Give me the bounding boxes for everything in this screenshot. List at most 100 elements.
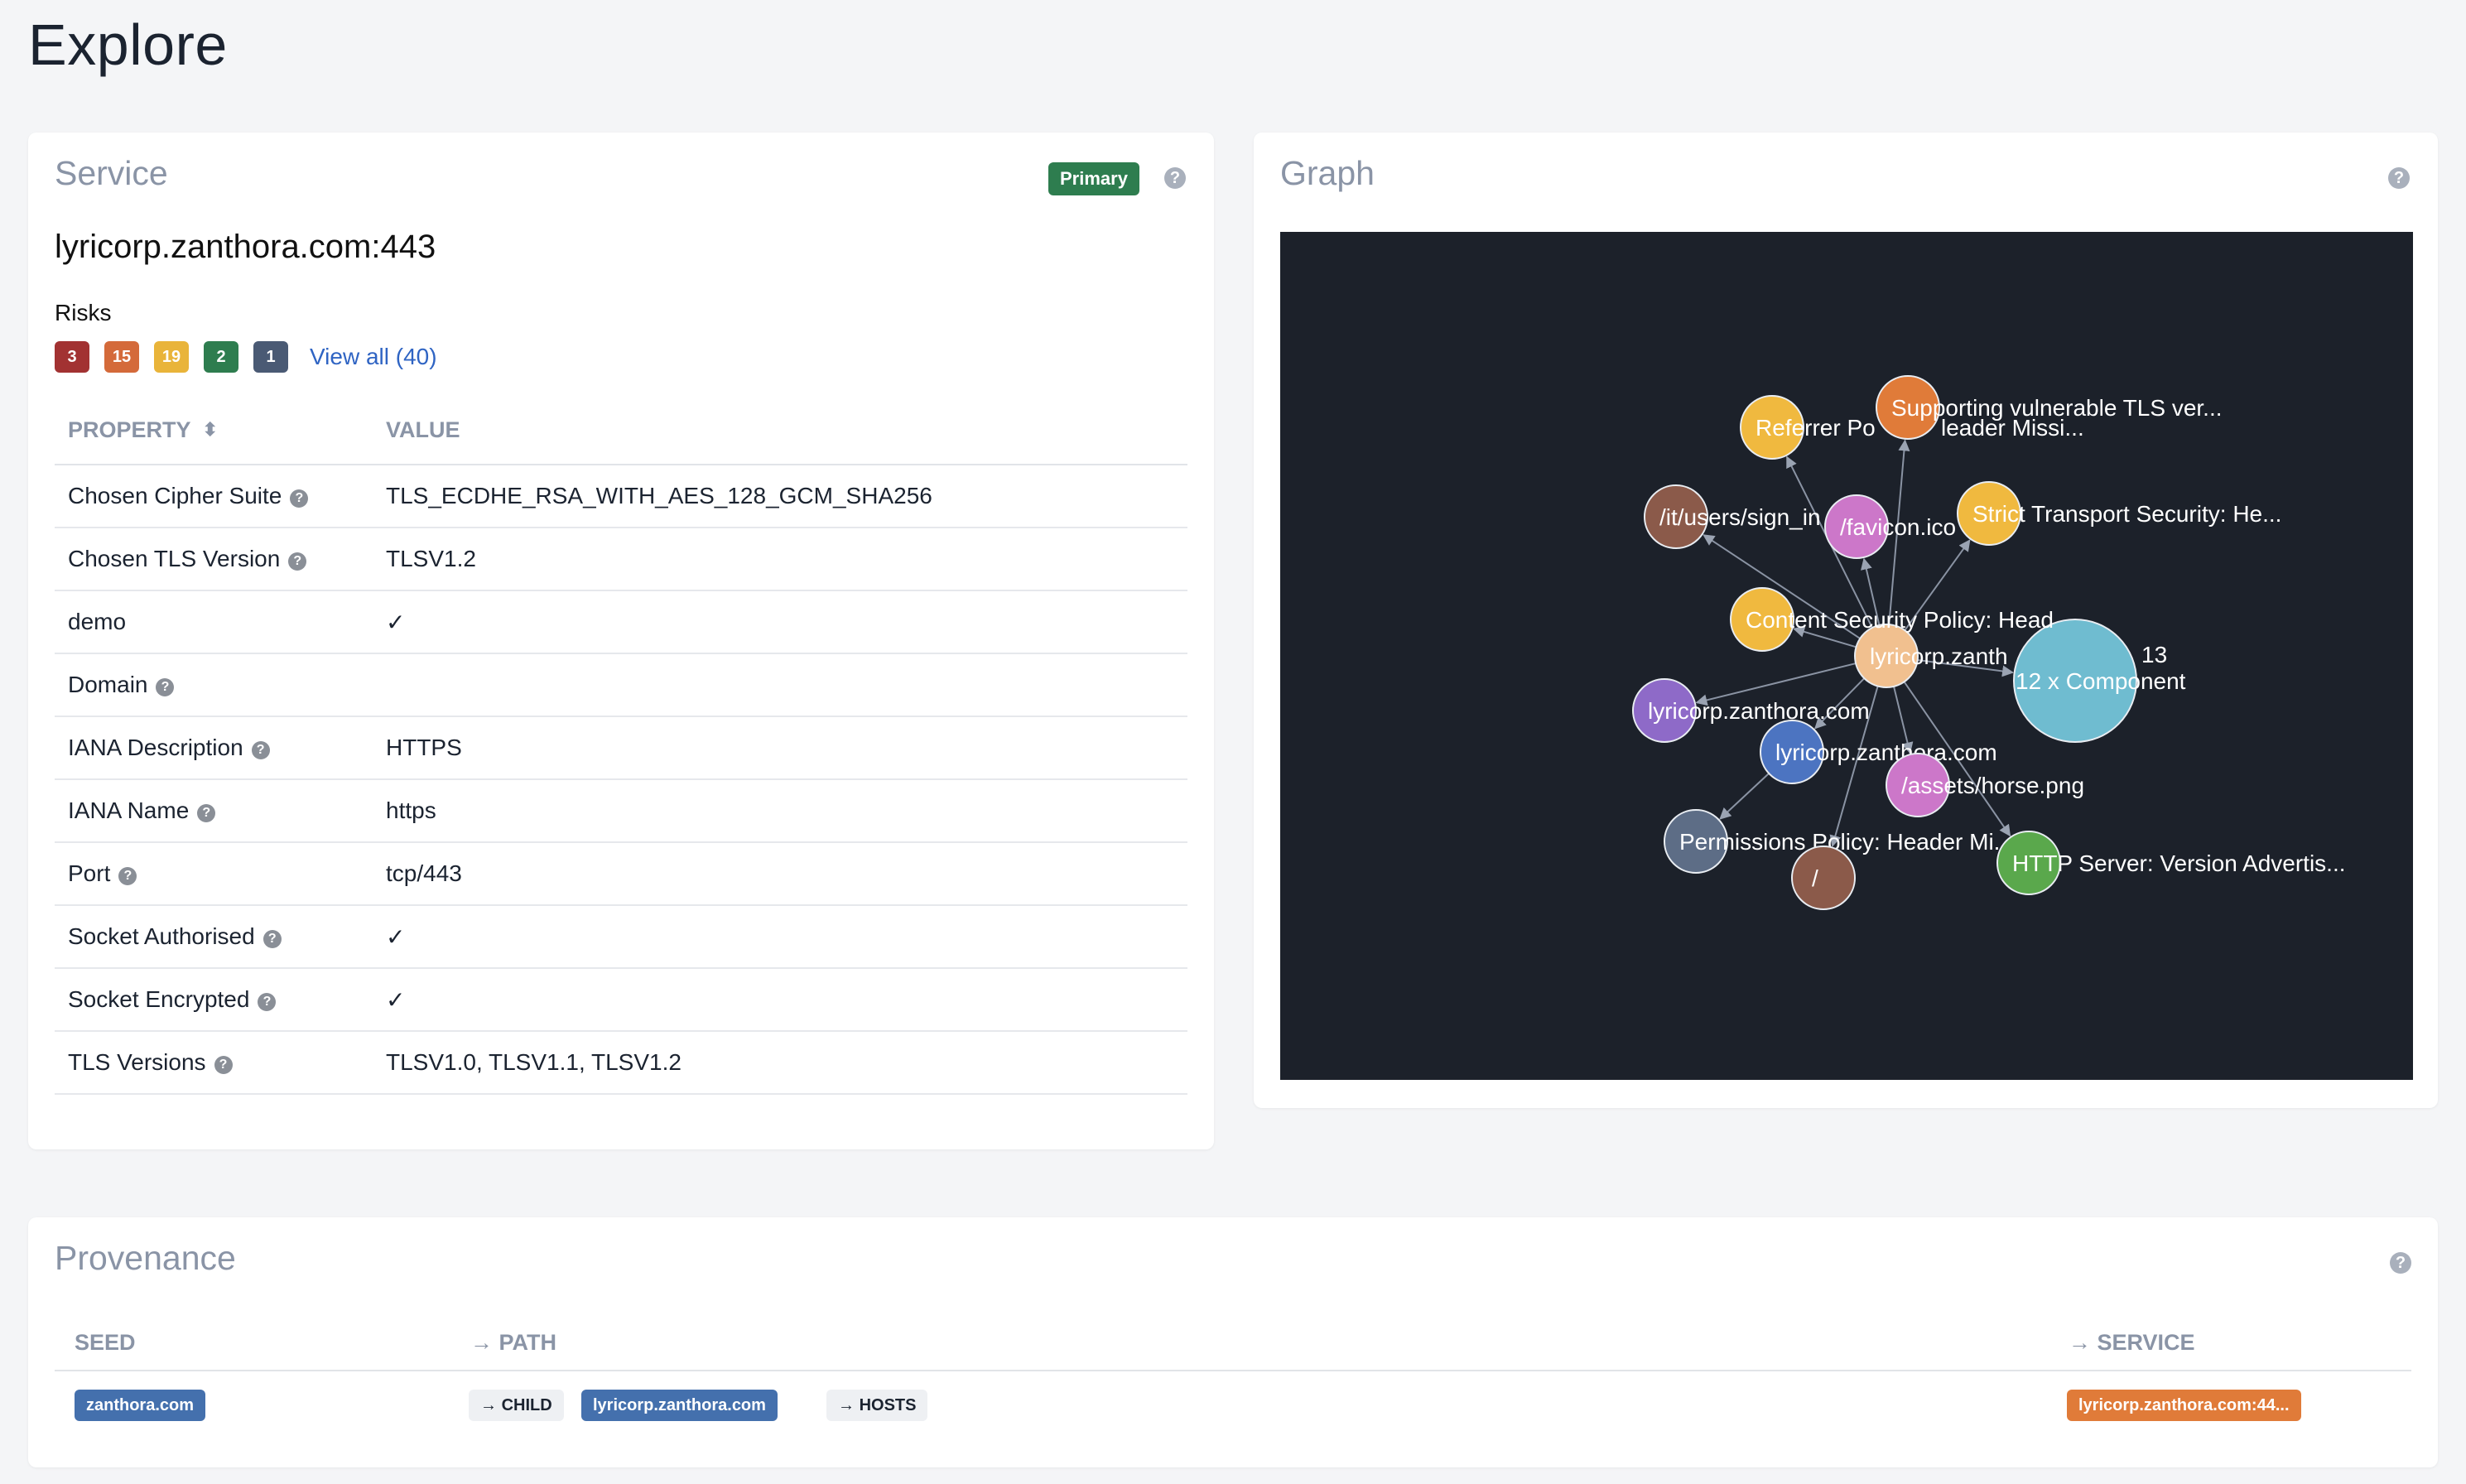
table-row: Chosen Cipher Suite? TLS_ECDHE_RSA_WITH_A… xyxy=(55,465,1187,528)
provenance-help-icon[interactable]: ? xyxy=(2390,1252,2411,1274)
property-label: IANA Description xyxy=(68,735,243,760)
provenance-row: zanthora.com → CHILD lyricorp.zanthora.c… xyxy=(55,1370,2411,1453)
property-cell: Chosen Cipher Suite? xyxy=(55,465,373,528)
table-row: Chosen TLS Version? TLSV1.2 xyxy=(55,528,1187,591)
view-all-risks-link[interactable]: View all (40) xyxy=(310,344,437,370)
graph-help-icon[interactable]: ? xyxy=(2388,167,2410,189)
risk-badges: 3 15 19 2 1 View all (40) xyxy=(55,341,437,373)
graph-node-label: Permissions Policy: Header Mi... xyxy=(1679,829,2013,855)
graph-node-label-suffix: 13 xyxy=(2141,642,2167,667)
property-label: Chosen Cipher Suite xyxy=(68,483,282,508)
service-card-title: Service xyxy=(55,154,168,192)
graph-svg[interactable]: lyricorp.zanth 1312 x Component Referrer P… xyxy=(1280,232,2413,1080)
value-cell: ✓ xyxy=(373,968,1187,1032)
graph-node-label: HTTP Server: Version Advertis... xyxy=(2012,850,2346,876)
risk-badge-low[interactable]: 2 xyxy=(204,341,238,373)
property-cell: Port? xyxy=(55,842,373,906)
graph-node-favicon[interactable]: /favicon.ico xyxy=(1824,494,1956,559)
graph-node-label: lyricorp.zanth xyxy=(1870,643,2008,669)
provenance-card: Provenance ? SEED → PATH → SERVICE zanth… xyxy=(28,1217,2438,1467)
property-label: Port xyxy=(68,860,111,886)
graph-node-label: 12 x Component xyxy=(2016,668,2186,694)
help-icon[interactable]: ? xyxy=(290,489,309,508)
arrow-right-icon: → xyxy=(480,1395,502,1414)
property-cell: IANA Description? xyxy=(55,716,373,780)
path-node-tag[interactable]: lyricorp.zanthora.com xyxy=(581,1390,778,1421)
service-tag[interactable]: lyricorp.zanthora.com:44... xyxy=(2067,1390,2301,1421)
property-table: PROPERTY ⬍ VALUE Chosen Cipher Suite? TLS_… xyxy=(55,396,1187,1095)
graph-node-http-server[interactable]: HTTP Server: Version Advertis... xyxy=(1996,831,2346,895)
table-row: demo ✓ xyxy=(55,590,1187,654)
graph-node-circle[interactable] xyxy=(1791,846,1856,910)
table-row: Port? tcp/443 xyxy=(55,842,1187,906)
graph-edge xyxy=(1719,773,1770,820)
primary-badge: Primary xyxy=(1048,162,1139,195)
help-icon[interactable]: ? xyxy=(262,930,282,948)
graph-node-label: Content Security Policy: Head xyxy=(1746,607,2054,633)
graph-card: Graph ? lyricorp.zanth 13 12 x Component Re… xyxy=(1254,132,2438,1108)
graph-node-label: leader Missi... xyxy=(1941,415,2084,441)
provenance-card-title: Provenance xyxy=(55,1239,236,1277)
table-row: Socket Encrypted? ✓ xyxy=(55,968,1187,1032)
graph-node-label: lyricorp.zanthora.com xyxy=(1648,698,1870,724)
path-column-header: → PATH xyxy=(470,1330,557,1355)
path-edge-child: → CHILD xyxy=(469,1390,564,1421)
graph-node-component[interactable]: 12 x Component xyxy=(2013,619,2186,743)
value-cell: TLSV1.2 xyxy=(373,528,1187,591)
property-label: IANA Name xyxy=(68,797,190,823)
arrow-right-icon: → xyxy=(2069,1330,2098,1355)
graph-node-root[interactable]: / xyxy=(1791,846,1856,910)
graph-edge xyxy=(1695,662,1857,706)
graph-node-signin[interactable]: /it/users/sign_in xyxy=(1644,484,1821,549)
graph-node-strict[interactable]: Strict Transport Security: He... xyxy=(1957,481,2281,546)
graph-canvas[interactable]: lyricorp.zanth 13 12 x Component Referrer P… xyxy=(1280,232,2413,1080)
property-label: Chosen TLS Version xyxy=(68,546,281,571)
table-row: IANA Description? HTTPS xyxy=(55,716,1187,780)
service-help-icon[interactable]: ? xyxy=(1164,167,1186,189)
property-cell: demo xyxy=(55,590,373,654)
table-row: IANA Name? https xyxy=(55,779,1187,843)
value-cell: TLS_ECDHE_RSA_WITH_AES_128_GCM_SHA256 xyxy=(373,465,1187,528)
property-label: demo xyxy=(68,609,127,634)
help-icon[interactable]: ? xyxy=(288,552,307,571)
graph-card-title: Graph xyxy=(1280,154,1375,192)
graph-node-label: lyricorp.zanthora.com xyxy=(1775,740,1997,765)
value-cell: HTTPS xyxy=(373,716,1187,780)
value-cell: tcp/443 xyxy=(373,842,1187,906)
property-cell: Chosen TLS Version? xyxy=(55,528,373,591)
table-row: TLS Versions? TLSV1.0, TLSV1.1, TLSV1.2 xyxy=(55,1031,1187,1095)
property-column-header[interactable]: PROPERTY ⬍ xyxy=(55,396,373,465)
value-cell: https xyxy=(373,779,1187,843)
sort-icon[interactable]: ⬍ xyxy=(203,419,218,441)
help-icon[interactable]: ? xyxy=(214,1056,233,1074)
seed-column-header: SEED xyxy=(75,1330,136,1355)
value-cell: ✓ xyxy=(373,590,1187,654)
service-name: lyricorp.zanthora.com:443 xyxy=(55,229,436,265)
graph-node-label: Referrer Po xyxy=(1756,415,1876,441)
arrow-right-icon: → xyxy=(838,1395,860,1414)
table-row: Domain? xyxy=(55,653,1187,717)
help-icon[interactable]: ? xyxy=(156,678,175,696)
path-edge-hosts: → HOSTS xyxy=(826,1390,928,1421)
service-card: Service Primary ? lyricorp.zanthora.com:… xyxy=(28,132,1214,1149)
risks-label: Risks xyxy=(55,300,112,325)
risk-badge-high[interactable]: 15 xyxy=(104,341,139,373)
graph-node-header-missing[interactable]: leader Missi... xyxy=(1941,415,2084,441)
graph-node-label: /assets/horse.png xyxy=(1901,773,2084,798)
graph-node-label: /it/users/sign_in xyxy=(1659,504,1821,530)
graph-node-referrer[interactable]: Referrer Po xyxy=(1740,395,1876,460)
risk-badge-info[interactable]: 1 xyxy=(253,341,288,373)
property-label: Socket Encrypted xyxy=(68,986,250,1012)
value-column-header: VALUE xyxy=(373,396,1187,465)
property-cell: Domain? xyxy=(55,653,373,717)
page-title: Explore xyxy=(28,12,228,77)
help-icon[interactable]: ? xyxy=(258,993,277,1011)
risk-badge-critical[interactable]: 3 xyxy=(55,341,89,373)
help-icon[interactable]: ? xyxy=(251,741,270,759)
help-icon[interactable]: ? xyxy=(197,804,216,822)
help-icon[interactable]: ? xyxy=(118,867,137,885)
provenance-table-header: SEED → PATH → SERVICE xyxy=(55,1313,2411,1371)
property-label: TLS Versions xyxy=(68,1049,206,1075)
seed-tag[interactable]: zanthora.com xyxy=(75,1390,206,1421)
risk-badge-medium[interactable]: 19 xyxy=(154,341,189,373)
